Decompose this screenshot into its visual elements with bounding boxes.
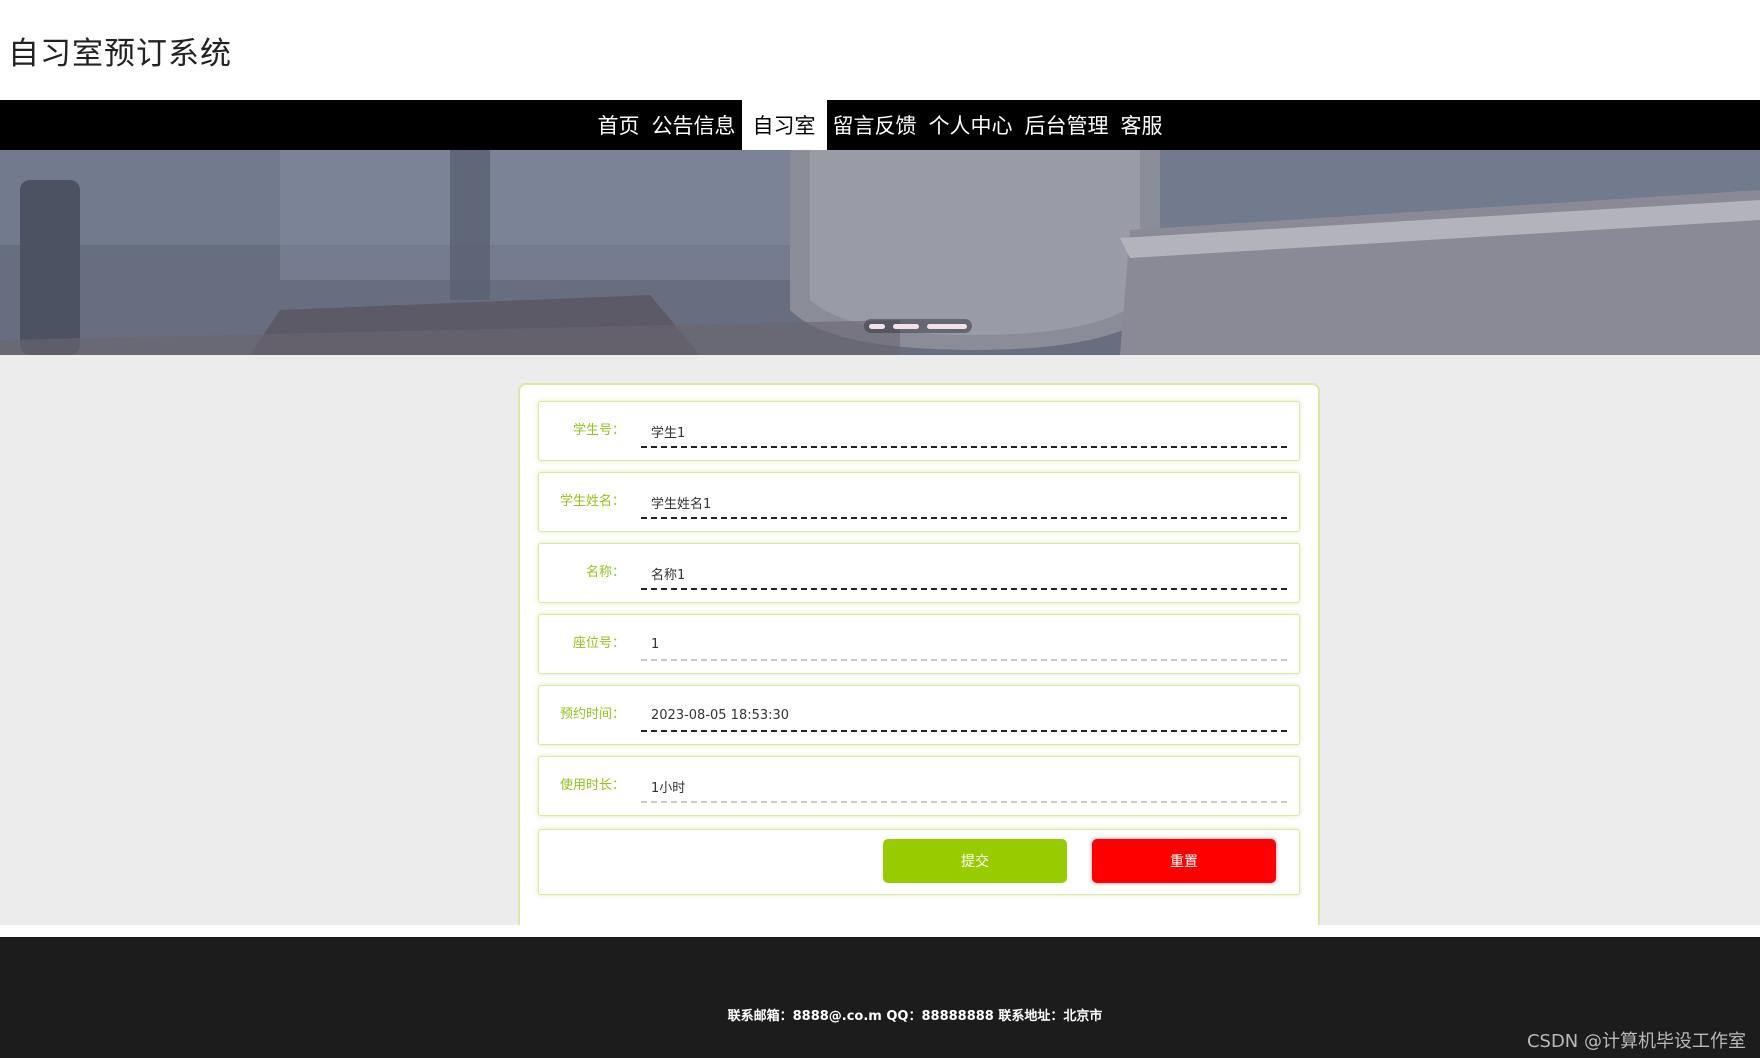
nav-item-personal-center[interactable]: 个人中心 [923, 100, 1019, 150]
student-id-label: 学生号： [572, 423, 625, 438]
student-id-field[interactable] [641, 416, 1287, 448]
reservation-time-field[interactable] [641, 700, 1287, 732]
carousel-dot-1[interactable] [869, 323, 885, 329]
page: 自习室预订系统 首页 公告信息 自习室 留言反馈 个人中心 后台管理 客服 学生… [0, 0, 1760, 1058]
form-actions: 提交 重置 [538, 829, 1300, 895]
footer-divider [0, 925, 1760, 937]
reset-button[interactable]: 重置 [1092, 839, 1276, 883]
reservation-form: 学生号： 学生姓名： 名称： 座位号： 预约时间： 使用时长： [518, 383, 1320, 925]
form-row-student-id: 学生号： [538, 401, 1300, 461]
form-row-room-name: 名称： [538, 543, 1300, 603]
room-name-label: 名称： [585, 565, 625, 580]
duration-field[interactable] [641, 771, 1287, 803]
nav-item-announcements[interactable]: 公告信息 [646, 100, 742, 150]
banner-carousel [0, 150, 1760, 355]
nav-item-customer-service[interactable]: 客服 [1115, 100, 1169, 150]
form-row-seat-number: 座位号： [538, 614, 1300, 674]
room-name-field[interactable] [641, 558, 1287, 590]
footer-contact-info: 联系邮箱：8888@.co.m QQ：88888888 联系地址：北京市 [727, 1009, 1103, 1024]
form-row-student-name: 学生姓名： [538, 472, 1300, 532]
form-row-duration: 使用时长： [538, 756, 1300, 816]
carousel-dot-3[interactable] [927, 323, 967, 329]
form-row-reservation-time: 预约时间： [538, 685, 1300, 745]
seat-number-label: 座位号： [572, 636, 625, 651]
carousel-indicators [864, 319, 972, 333]
header: 自习室预订系统 [0, 0, 1760, 100]
nav-item-study-room[interactable]: 自习室 [741, 100, 827, 150]
carousel-dot-2[interactable] [893, 323, 919, 329]
main-nav: 首页 公告信息 自习室 留言反馈 个人中心 后台管理 客服 [0, 100, 1760, 150]
site-title: 自习室预订系统 [8, 36, 232, 72]
nav-item-admin[interactable]: 后台管理 [1019, 100, 1115, 150]
submit-button[interactable]: 提交 [883, 839, 1067, 883]
watermark: CSDN @计算机毕设工作室 [1526, 1031, 1746, 1052]
student-name-label: 学生姓名： [559, 494, 625, 509]
main-content: 学生号： 学生姓名： 名称： 座位号： 预约时间： 使用时长： [0, 355, 1760, 925]
nav-item-home[interactable]: 首页 [592, 100, 646, 150]
student-name-field[interactable] [641, 487, 1287, 519]
footer: 联系邮箱：8888@.co.m QQ：88888888 联系地址：北京市 CSD… [0, 937, 1760, 1058]
seat-number-field[interactable] [641, 629, 1287, 661]
duration-label: 使用时长： [559, 778, 625, 793]
nav-item-feedback[interactable]: 留言反馈 [827, 100, 923, 150]
reservation-time-label: 预约时间： [559, 707, 625, 722]
